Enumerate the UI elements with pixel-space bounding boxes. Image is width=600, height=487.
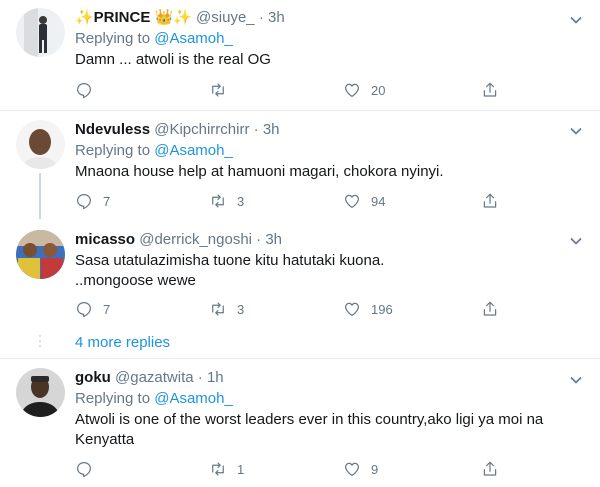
replying-to: Replying to @Asamoh_ xyxy=(75,389,560,409)
user-handle[interactable]: @gazatwita xyxy=(115,369,194,386)
reply-icon xyxy=(77,83,91,99)
more-replies-link[interactable]: 4 more replies xyxy=(75,333,170,353)
tweet-actions: 20 xyxy=(75,80,497,100)
tweet-text: Mnaona house help at hamuoni magari, cho… xyxy=(75,162,560,182)
mention-link[interactable]: @Asamoh_ xyxy=(154,30,233,47)
tweet-text-line: Atwoli is one of the worst leaders ever … xyxy=(75,411,544,428)
avatar[interactable] xyxy=(16,120,65,169)
chevron-down-icon[interactable] xyxy=(570,14,582,26)
like-button[interactable]: 94 xyxy=(343,191,385,211)
user-handle[interactable]: @derrick_ngoshi xyxy=(139,231,252,248)
chevron-down-icon[interactable] xyxy=(570,125,582,137)
tweet-text-line: Sasa utatulazimisha tuone kitu hatutaki … xyxy=(75,252,385,269)
tweet-4[interactable]: goku @gazatwita · 1h Replying to @Asamoh… xyxy=(0,359,600,487)
separator-dot: · xyxy=(258,9,264,26)
tweet-text-line: Damn ... atwoli is the real OG xyxy=(75,51,271,68)
like-button[interactable]: 20 xyxy=(343,80,385,100)
chevron-down-icon[interactable] xyxy=(570,235,582,247)
avatar[interactable] xyxy=(16,8,65,57)
avatar[interactable] xyxy=(16,230,65,279)
timestamp[interactable]: 3h xyxy=(265,231,282,248)
tweet-actions: 7 3 196 xyxy=(75,299,497,319)
share-icon xyxy=(483,461,497,476)
tweet-2[interactable]: Ndevuless @Kipchirrchirr · 3h Replying t… xyxy=(0,111,600,219)
like-icon xyxy=(345,302,359,316)
tweet-actions: 1 9 xyxy=(75,459,497,479)
share-button[interactable] xyxy=(481,459,499,479)
replying-to-label: Replying to xyxy=(75,390,151,407)
retweet-icon xyxy=(212,83,224,97)
separator-dot: · xyxy=(256,231,262,248)
reply-button[interactable] xyxy=(75,459,103,479)
tweet-header: ✨PRINCE 👑✨ @siuye_ · 3h xyxy=(75,8,560,28)
tweet-text-line: Mnaona house help at hamuoni magari, cho… xyxy=(75,163,444,180)
reply-icon xyxy=(77,462,91,478)
tweet-header: Ndevuless @Kipchirrchirr · 3h xyxy=(75,120,560,140)
tweet-text: Atwoli is one of the worst leaders ever … xyxy=(75,410,560,450)
reply-icon xyxy=(77,302,91,318)
separator-dot: · xyxy=(253,121,259,138)
tweet-text-line: ..mongoose wewe xyxy=(75,272,196,289)
timestamp[interactable]: 1h xyxy=(207,369,224,386)
mention-link[interactable]: @Asamoh_ xyxy=(154,142,233,159)
retweet-count: 1 xyxy=(237,461,245,477)
retweet-button[interactable] xyxy=(209,80,237,100)
retweet-button[interactable]: 3 xyxy=(209,191,244,211)
share-button[interactable] xyxy=(481,299,499,319)
reply-count: 7 xyxy=(103,193,111,209)
more-replies-dots xyxy=(38,335,42,350)
retweet-icon xyxy=(212,462,224,476)
replying-to-label: Replying to xyxy=(75,142,151,159)
reply-button[interactable]: 7 xyxy=(75,191,110,211)
tweet-text: Damn ... atwoli is the real OG xyxy=(75,50,560,70)
retweet-count: 3 xyxy=(237,193,245,209)
display-name[interactable]: ✨PRINCE 👑✨ xyxy=(75,9,192,26)
display-name[interactable]: micasso xyxy=(75,231,135,248)
like-count: 196 xyxy=(371,301,393,317)
display-name[interactable]: goku xyxy=(75,369,111,386)
retweet-icon xyxy=(212,194,224,208)
timestamp[interactable]: 3h xyxy=(263,121,280,138)
retweet-count: 3 xyxy=(237,301,245,317)
chevron-down-icon[interactable] xyxy=(570,374,582,386)
share-icon xyxy=(483,193,497,208)
like-icon xyxy=(345,83,359,97)
like-count: 94 xyxy=(371,193,386,209)
tweet-header: goku @gazatwita · 1h xyxy=(75,368,560,388)
tweet-text: Sasa utatulazimisha tuone kitu hatutaki … xyxy=(75,251,560,291)
like-button[interactable]: 196 xyxy=(343,299,393,319)
like-button[interactable]: 9 xyxy=(343,459,378,479)
like-count: 20 xyxy=(371,82,386,98)
timestamp[interactable]: 3h xyxy=(268,9,285,26)
reply-icon xyxy=(77,194,91,210)
retweet-button[interactable]: 3 xyxy=(209,299,244,319)
avatar[interactable] xyxy=(16,368,65,417)
reply-count: 7 xyxy=(103,301,111,317)
thread-line xyxy=(39,173,41,219)
share-icon xyxy=(483,301,497,316)
mention-link[interactable]: @Asamoh_ xyxy=(154,390,233,407)
user-handle[interactable]: @Kipchirrchirr xyxy=(154,121,249,138)
share-icon xyxy=(483,82,497,97)
like-count: 9 xyxy=(371,461,379,477)
tweet-1[interactable]: ✨PRINCE 👑✨ @siuye_ · 3h Replying to @Asa… xyxy=(0,0,600,110)
retweet-icon xyxy=(212,302,224,316)
user-handle[interactable]: @siuye_ xyxy=(196,9,255,26)
replying-to-label: Replying to xyxy=(75,30,151,47)
tweet-text-line: Kenyatta xyxy=(75,431,135,448)
replying-to: Replying to @Asamoh_ xyxy=(75,29,560,49)
display-name[interactable]: Ndevuless xyxy=(75,121,150,138)
retweet-button[interactable]: 1 xyxy=(209,459,244,479)
share-button[interactable] xyxy=(481,80,499,100)
replying-to: Replying to @Asamoh_ xyxy=(75,141,560,161)
share-button[interactable] xyxy=(481,191,499,211)
tweet-3[interactable]: micasso @derrick_ngoshi · 3h Sasa utatul… xyxy=(0,219,600,327)
reply-button[interactable]: 7 xyxy=(75,299,110,319)
like-icon xyxy=(345,462,359,476)
reply-button[interactable] xyxy=(75,80,103,100)
tweet-actions: 7 3 94 xyxy=(75,191,497,211)
like-icon xyxy=(345,194,359,208)
separator-dot: · xyxy=(197,369,203,386)
tweet-header: micasso @derrick_ngoshi · 3h xyxy=(75,230,560,250)
